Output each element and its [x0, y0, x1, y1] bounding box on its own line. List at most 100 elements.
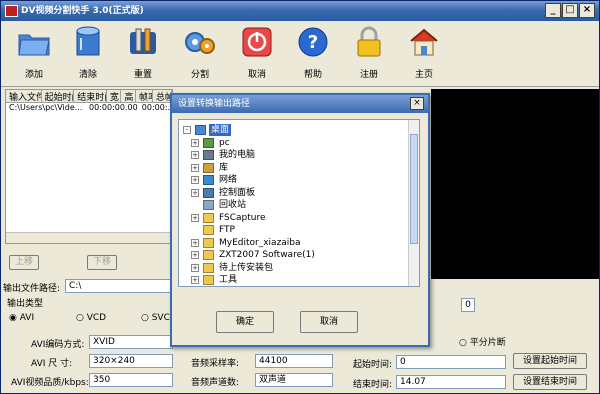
radio-avi[interactable]: ◉ AVI — [9, 313, 34, 323]
quality-input[interactable]: 350 — [89, 373, 173, 387]
folder-icon — [203, 275, 214, 285]
move-up-button[interactable]: 上移 — [9, 255, 39, 270]
file-list-header: 输入文件名 起始时间 结束时间 宽 高 帧率 总帧数 — [6, 90, 172, 103]
dialog-title: 设置转换输出路径 — [178, 99, 251, 109]
toolbar: 添加 清除 重置 分割 取消 ? 帮助 注册 主页 — [1, 21, 599, 87]
split-gear-icon — [182, 25, 218, 59]
quality-label: AVI视频品质/kbps: — [11, 378, 89, 388]
tree-item[interactable]: + 我的电脑 — [179, 149, 407, 161]
control-panel-icon — [203, 187, 214, 198]
home-icon — [406, 25, 442, 59]
clear-button[interactable]: 清除 — [63, 25, 113, 83]
preview-slider-value[interactable]: 0 — [461, 298, 475, 312]
add-button[interactable]: 添加 — [9, 25, 59, 83]
expand-icon[interactable]: + — [191, 151, 199, 159]
output-path-label: 输出文件路径: — [3, 284, 61, 294]
dialog-title-bar: 设置转换输出路径 × — [172, 95, 428, 113]
tree-item-label: 控制面板 — [219, 187, 256, 198]
expand-icon[interactable]: + — [191, 263, 199, 272]
codec-select[interactable]: XVID — [89, 335, 173, 349]
help-button[interactable]: ? 帮助 — [288, 25, 338, 83]
ok-button[interactable]: 确定 — [216, 311, 274, 333]
expand-icon[interactable]: + — [191, 276, 199, 284]
computer-icon — [203, 150, 214, 160]
column-header[interactable]: 高 — [121, 90, 136, 102]
tree-item[interactable]: + FSCapture — [179, 212, 407, 224]
tree-item[interactable]: + ZXT2007 Software(1) — [179, 249, 407, 261]
close-button[interactable]: × — [579, 3, 595, 18]
tree-vertical-scrollbar[interactable] — [408, 120, 419, 286]
tree-item[interactable]: + 工具 — [179, 274, 407, 286]
expand-icon[interactable]: + — [191, 163, 199, 172]
app-icon — [5, 5, 18, 17]
dialog-cancel-button[interactable]: 取消 — [300, 311, 358, 333]
tree-item-label: 待上传安装包 — [219, 262, 274, 273]
tree-item-label: 网络 — [219, 175, 238, 185]
expand-icon[interactable]: + — [191, 213, 199, 222]
folder-icon — [203, 225, 214, 235]
tree-item[interactable]: + 待上传安装包 — [179, 262, 407, 274]
folder-icon — [203, 262, 214, 273]
collapse-icon[interactable]: - — [183, 126, 191, 134]
folder-tree[interactable]: - 桌面 + pc + 我的电脑 + 库 + 网络 + 控制面板 回收站 + FSCapture FTP + My… — [178, 119, 420, 287]
window-title: DV视频分割快手 3.0(正式版) — [21, 6, 144, 16]
tree-item-label: 工具 — [219, 275, 238, 285]
column-header[interactable]: 宽 — [107, 90, 122, 102]
tree-item[interactable]: + 控制面板 — [179, 187, 407, 199]
register-button[interactable]: 注册 — [344, 25, 394, 83]
expand-icon[interactable]: + — [191, 251, 199, 259]
tree-item-label: 桌面 — [209, 124, 232, 136]
size-label: AVI 尺 寸: — [31, 359, 73, 369]
tree-item[interactable]: + MyEditor_xiazaiba — [179, 237, 407, 249]
even-split-radio[interactable]: ○ 平分片断 — [459, 335, 506, 348]
tree-item-label: 库 — [219, 162, 229, 173]
start-time-input[interactable]: 0 — [396, 355, 506, 369]
output-path-input[interactable]: C:\ — [65, 279, 173, 293]
set-start-time-button[interactable]: 设置起始时间 — [513, 353, 587, 369]
tree-item-label: 我的电脑 — [219, 150, 256, 160]
table-row[interactable]: C:\Users\pc\Vide... 00:00:00.00 00:00:..… — [6, 103, 172, 115]
cancel-toolbar-button[interactable]: 取消 — [232, 25, 282, 83]
expand-icon[interactable]: + — [191, 238, 199, 247]
split-button[interactable]: 分割 — [175, 25, 225, 83]
move-down-button[interactable]: 下移 — [87, 255, 117, 270]
size-select[interactable]: 320×240 — [89, 354, 173, 368]
column-header[interactable]: 结束时间 — [74, 90, 107, 102]
tree-item-label: ZXT2007 Software(1) — [219, 250, 315, 260]
user-icon — [203, 137, 214, 148]
homepage-button[interactable]: 主页 — [399, 25, 449, 83]
expand-icon[interactable]: + — [191, 138, 199, 147]
minimize-button[interactable]: _ — [545, 3, 561, 18]
output-type-label: 输出类型 — [7, 299, 44, 309]
reset-button[interactable]: 重置 — [118, 25, 168, 83]
tree-item-label: pc — [219, 137, 230, 148]
dialog-close-button[interactable]: × — [410, 97, 424, 110]
channels-select[interactable]: 双声道 — [255, 373, 333, 387]
tree-item[interactable]: + 网络 — [179, 174, 407, 186]
tree-item[interactable]: 回收站 — [179, 199, 407, 211]
tree-item[interactable]: - 桌面 — [179, 124, 407, 136]
tree-item[interactable]: FTP — [179, 224, 407, 236]
output-path-dialog: 设置转换输出路径 × - 桌面 + pc + 我的电脑 + 库 + 网络 + 控制面板 回收站 + FSCa… — [170, 93, 430, 347]
column-header[interactable]: 帧率 — [136, 90, 153, 102]
maximize-button[interactable]: □ — [562, 3, 578, 18]
end-time-input[interactable]: 14.07 — [396, 375, 506, 389]
radio-vcd[interactable]: ○ VCD — [76, 313, 106, 323]
file-list[interactable]: 输入文件名 起始时间 结束时间 宽 高 帧率 总帧数 C:\Users\pc\V… — [5, 89, 173, 244]
expand-icon[interactable]: + — [191, 176, 199, 184]
set-end-time-button[interactable]: 设置结束时间 — [513, 374, 587, 390]
column-header[interactable]: 输入文件名 — [6, 90, 42, 102]
samplerate-select[interactable]: 44100 — [255, 354, 333, 368]
horizontal-scrollbar[interactable] — [6, 232, 172, 243]
lock-register-icon — [351, 25, 387, 59]
tree-item[interactable]: + pc — [179, 137, 407, 149]
stop-cancel-icon — [239, 25, 275, 59]
expand-icon[interactable]: + — [191, 188, 199, 197]
column-header[interactable]: 起始时间 — [42, 90, 75, 102]
scrollbar-thumb[interactable] — [410, 134, 418, 244]
samplerate-label: 音频采样率: — [191, 359, 240, 369]
tree-item[interactable]: + 库 — [179, 162, 407, 174]
desktop-icon — [195, 125, 206, 135]
tree-item-label: MyEditor_xiazaiba — [219, 237, 301, 248]
folder-icon — [203, 250, 214, 260]
